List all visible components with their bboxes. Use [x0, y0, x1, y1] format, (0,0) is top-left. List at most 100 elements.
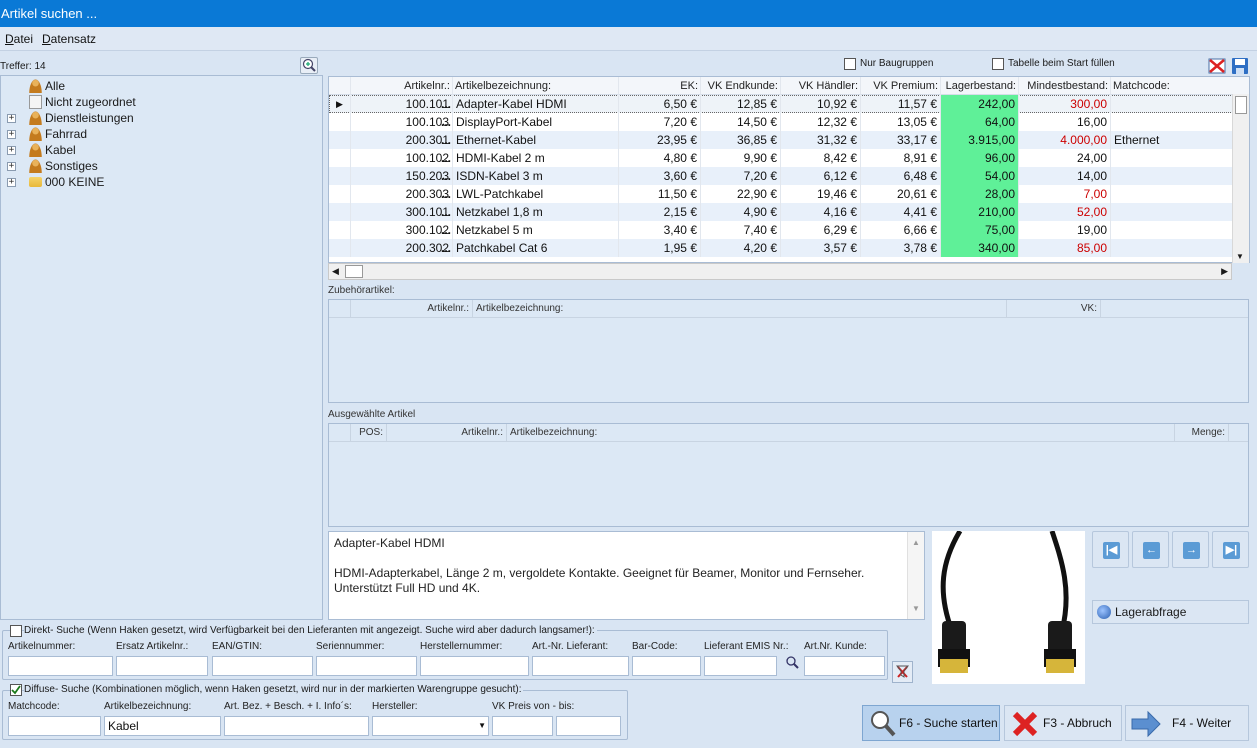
- zoom-in-icon: [302, 58, 316, 72]
- row-detail-button[interactable]: ...: [439, 185, 453, 203]
- col-vk-premium[interactable]: VK Premium:: [861, 77, 941, 95]
- col-mindestbestand[interactable]: Mindestbestand:: [1019, 77, 1111, 95]
- row-detail-button[interactable]: ...: [439, 95, 453, 113]
- direkt-field-input[interactable]: [632, 656, 701, 676]
- zubehoer-col-bezeichnung[interactable]: Artikelbezeichnung:: [473, 300, 1007, 317]
- scroll-right-icon[interactable]: ▶: [1221, 266, 1228, 277]
- table-vertical-scrollbar[interactable]: ▼: [1232, 94, 1249, 263]
- cell-match: [1111, 221, 1249, 239]
- direkt-suche-checkbox[interactable]: [10, 625, 22, 637]
- direkt-field-input[interactable]: [420, 656, 529, 676]
- direkt-field-input[interactable]: [532, 656, 629, 676]
- table-row[interactable]: ▶ 100.101 Adapter-Kabel HDMI 6,50 €12,85 €1…: [329, 95, 1249, 113]
- clear-search-button[interactable]: [892, 661, 913, 683]
- row-detail-button[interactable]: ...: [439, 221, 453, 239]
- cell-vkp: 4,41 €: [861, 203, 941, 221]
- cancel-button[interactable]: F3 - Abbruch: [1004, 705, 1122, 741]
- diffuse-field-input[interactable]: Kabel: [104, 716, 221, 736]
- col-lagerbestand[interactable]: Lagerbestand:: [941, 77, 1019, 95]
- cell-nr: 100.101: [351, 95, 453, 113]
- table-row[interactable]: 150.203 ISDN-Kabel 3 m 3,60 €7,20 €6,12 €6…: [329, 167, 1249, 185]
- tabelle-start-checkbox[interactable]: [992, 58, 1004, 70]
- col-matchcode[interactable]: Matchcode:: [1111, 77, 1249, 95]
- expand-icon[interactable]: +: [7, 162, 16, 171]
- cell-vke: 22,90 €: [701, 185, 781, 203]
- warengruppen-tree: Alle Nicht zugeordnet + Dienstleistungen …: [0, 75, 323, 620]
- search-icon[interactable]: [786, 656, 800, 669]
- scroll-left-icon[interactable]: ◀: [332, 266, 339, 277]
- direkt-field-input[interactable]: [804, 656, 885, 676]
- zubehoer-col-artikelnr[interactable]: Artikelnr.:: [351, 300, 473, 317]
- direkt-field-input[interactable]: [8, 656, 113, 676]
- row-detail-button[interactable]: ...: [439, 149, 453, 167]
- ausgewaehlt-col-bezeichnung[interactable]: Artikelbezeichnung:: [507, 424, 1175, 441]
- search-start-button[interactable]: F6 - Suche starten: [862, 705, 1000, 741]
- expand-icon[interactable]: +: [7, 114, 16, 123]
- col-vk-haendler[interactable]: VK Händler:: [781, 77, 861, 95]
- table-row[interactable]: 100.103 DisplayPort-Kabel 7,20 €14,50 €12,…: [329, 113, 1249, 131]
- direkt-field-input[interactable]: [212, 656, 313, 676]
- cell-nr: 200.301: [351, 131, 453, 149]
- zubehoer-col-vk[interactable]: VK:: [1007, 300, 1101, 317]
- table-row[interactable]: 100.102 HDMI-Kabel 2 m 4,80 €9,90 €8,42 €8…: [329, 149, 1249, 167]
- row-detail-button[interactable]: ...: [439, 131, 453, 149]
- scroll-down-icon[interactable]: ▼: [1236, 252, 1244, 261]
- magnifier-icon: [871, 711, 896, 737]
- description-scrollbar[interactable]: ▲ ▼: [907, 532, 924, 619]
- next-button[interactable]: F4 - Weiter: [1125, 705, 1249, 741]
- row-indicator: [329, 149, 351, 167]
- clear-table-button[interactable]: [1208, 57, 1226, 75]
- nur-baugruppen-checkbox[interactable]: [844, 58, 856, 70]
- last-record-button[interactable]: ▶|: [1212, 531, 1249, 568]
- cell-nr: 200.302: [351, 239, 453, 257]
- diffuse-field-label: Matchcode:: [8, 701, 60, 712]
- row-detail-button[interactable]: ...: [439, 113, 453, 131]
- ausgewaehlt-col-menge[interactable]: Menge:: [1175, 424, 1229, 441]
- direkt-field-input[interactable]: [704, 656, 777, 676]
- save-button[interactable]: [1231, 57, 1249, 75]
- description-line-1: HDMI-Adapterkabel, Länge 2 m, vergoldete…: [334, 566, 865, 580]
- diffuse-field-input[interactable]: [492, 716, 553, 736]
- diffuse-suche-checkbox[interactable]: [10, 684, 22, 696]
- expand-icon[interactable]: +: [7, 146, 16, 155]
- menu-datensatz[interactable]: Datensatz: [42, 32, 96, 46]
- table-row[interactable]: 300.101 Netzkabel 1,8 m 2,15 €4,90 €4,16 €…: [329, 203, 1249, 221]
- ausgewaehlt-col-artikelnr[interactable]: Artikelnr.:: [387, 424, 507, 441]
- col-artikelnr[interactable]: Artikelnr.:: [351, 77, 453, 95]
- cell-vkp: 11,57 €: [861, 95, 941, 113]
- table-row[interactable]: 200.303 LWL-Patchkabel 11,50 €22,90 €19,46…: [329, 185, 1249, 203]
- table-horizontal-scrollbar[interactable]: ◀ ▶: [328, 263, 1232, 280]
- prev-record-button[interactable]: ←: [1132, 531, 1169, 568]
- zoom-tree-button[interactable]: [300, 57, 318, 74]
- expand-icon[interactable]: +: [7, 178, 16, 187]
- table-row[interactable]: 200.302 Patchkabel Cat 6 1,95 €4,20 €3,57 …: [329, 239, 1249, 257]
- row-detail-button[interactable]: ...: [439, 167, 453, 185]
- scroll-down-icon[interactable]: ▼: [912, 601, 920, 616]
- diffuse-field-input[interactable]: ▼: [372, 716, 489, 736]
- lagerabfrage-button[interactable]: Lagerabfrage: [1092, 600, 1249, 624]
- diffuse-field-input[interactable]: [224, 716, 369, 736]
- first-record-button[interactable]: |◀: [1092, 531, 1129, 568]
- cell-bez: ISDN-Kabel 3 m: [453, 167, 619, 185]
- col-vk-endkunde[interactable]: VK Endkunde:: [701, 77, 781, 95]
- row-detail-button[interactable]: ...: [439, 203, 453, 221]
- table-row[interactable]: 300.102 Netzkabel 5 m 3,40 €7,40 €6,29 €6,…: [329, 221, 1249, 239]
- col-artikelbezeichnung[interactable]: Artikelbezeichnung:: [453, 77, 619, 95]
- vk-preis-bis-input[interactable]: [556, 716, 621, 736]
- hscroll-thumb[interactable]: [345, 265, 363, 278]
- scroll-thumb[interactable]: [1235, 96, 1247, 114]
- row-detail-button[interactable]: ...: [439, 239, 453, 257]
- scroll-up-icon[interactable]: ▲: [912, 535, 920, 550]
- direkt-field-input[interactable]: [316, 656, 417, 676]
- menu-datei[interactable]: Datei: [5, 32, 33, 46]
- dropdown-arrow-icon[interactable]: ▼: [478, 717, 486, 735]
- expand-icon[interactable]: +: [7, 130, 16, 139]
- table-row[interactable]: 200.301 Ethernet-Kabel 23,95 €36,85 €31,32…: [329, 131, 1249, 149]
- article-description[interactable]: Adapter-Kabel HDMI HDMI-Adapterkabel, Lä…: [328, 531, 925, 620]
- direkt-field-input[interactable]: [116, 656, 208, 676]
- diffuse-field-input[interactable]: [8, 716, 101, 736]
- cell-vkh: 8,42 €: [781, 149, 861, 167]
- col-ek[interactable]: EK:: [619, 77, 701, 95]
- ausgewaehlt-col-pos[interactable]: POS:: [351, 424, 387, 441]
- next-record-button[interactable]: →: [1172, 531, 1209, 568]
